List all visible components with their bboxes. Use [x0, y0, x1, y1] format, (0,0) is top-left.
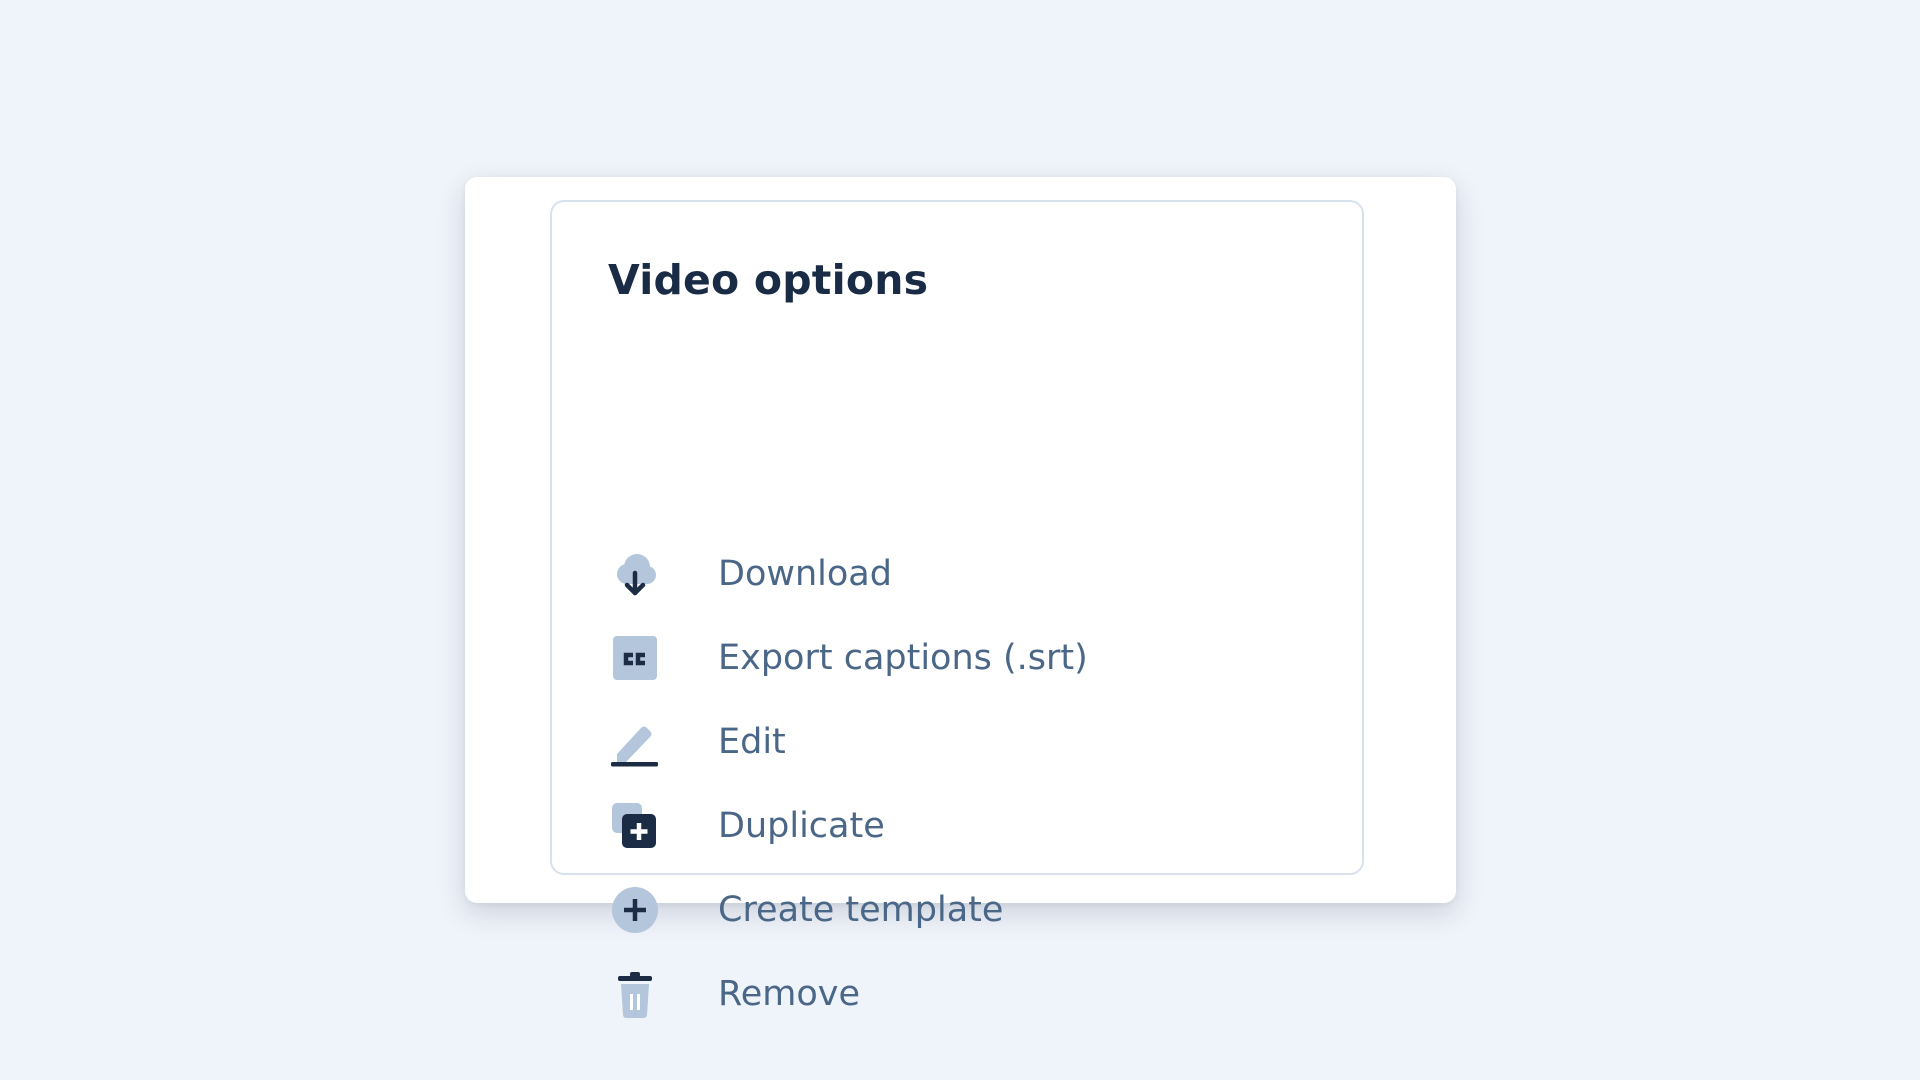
closed-captions-icon	[608, 631, 662, 685]
cloud-download-icon	[608, 547, 662, 601]
menu-item-duplicate[interactable]: Duplicate	[608, 791, 1328, 861]
trash-icon	[608, 967, 662, 1021]
menu-item-label: Remove	[718, 974, 861, 1014]
menu-item-label: Export captions (.srt)	[718, 638, 1088, 678]
menu-item-label: Duplicate	[718, 806, 885, 846]
menu-item-export-captions[interactable]: Export captions (.srt)	[608, 623, 1328, 693]
menu-item-label: Download	[718, 554, 892, 594]
menu-item-edit[interactable]: Edit	[608, 707, 1328, 777]
menu-title: Video options	[608, 256, 929, 304]
menu-item-download[interactable]: Download	[608, 539, 1328, 609]
menu-item-label: Create template	[718, 890, 1004, 930]
menu-item-create-template[interactable]: Create template	[608, 875, 1328, 945]
pencil-icon	[608, 715, 662, 769]
plus-circle-icon	[608, 883, 662, 937]
video-options-menu: Video options Download Export captions (…	[550, 200, 1364, 1018]
menu-item-label: Edit	[718, 722, 786, 762]
duplicate-icon	[608, 799, 662, 853]
menu-item-remove[interactable]: Remove	[608, 959, 1328, 1029]
